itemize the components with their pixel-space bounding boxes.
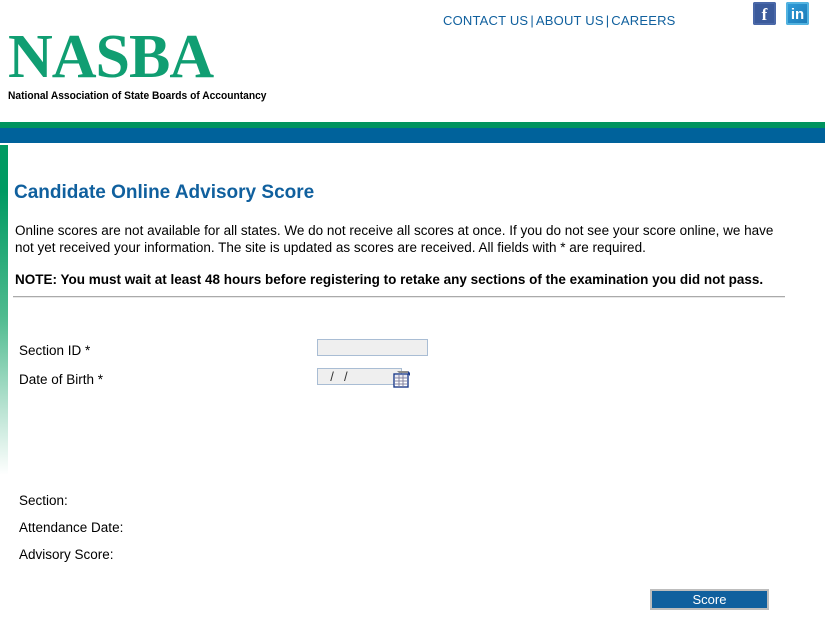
calendar-icon bbox=[393, 371, 410, 388]
section-id-label: Section ID * bbox=[19, 343, 91, 358]
linkedin-glyph: in bbox=[790, 6, 805, 23]
result-row-advisory-score: Advisory Score: bbox=[0, 547, 825, 574]
careers-link[interactable]: CAREERS bbox=[611, 13, 675, 28]
note-paragraph: NOTE: You must wait at least 48 hours be… bbox=[15, 272, 764, 287]
utility-navigation: CONTACT US | ABOUT US | CAREERS bbox=[443, 13, 676, 28]
social-icon-group: f in bbox=[753, 2, 821, 28]
section-divider bbox=[13, 296, 785, 298]
main-content: Candidate Online Advisory Score Online s… bbox=[0, 143, 825, 619]
section-result-label: Section: bbox=[19, 493, 68, 508]
linkedin-icon[interactable]: in bbox=[786, 2, 809, 25]
nav-separator-1: | bbox=[530, 13, 534, 28]
calendar-picker-button[interactable] bbox=[392, 370, 411, 388]
date-of-birth-row: Date of Birth * bbox=[0, 368, 825, 397]
section-id-input[interactable] bbox=[317, 339, 428, 356]
attendance-date-result-label: Attendance Date: bbox=[19, 520, 124, 535]
intro-paragraph: Online scores are not available for all … bbox=[15, 223, 774, 255]
score-lookup-form: Section ID * Date of Birth * bbox=[0, 339, 825, 397]
result-row-section: Section: bbox=[0, 493, 825, 520]
score-submit-button[interactable]: Score bbox=[650, 589, 769, 610]
logo-wordmark: NASBA bbox=[8, 23, 214, 91]
facebook-glyph: f bbox=[761, 5, 768, 24]
date-of-birth-label: Date of Birth * bbox=[19, 372, 104, 387]
facebook-icon[interactable]: f bbox=[753, 2, 776, 25]
section-id-row: Section ID * bbox=[0, 339, 825, 368]
contact-us-link[interactable]: CONTACT US bbox=[443, 13, 528, 28]
page-title: Candidate Online Advisory Score bbox=[14, 182, 315, 203]
logo-tagline: National Association of State Boards of … bbox=[8, 90, 267, 102]
nasba-logo[interactable]: NASBA National Association of State Boar… bbox=[8, 26, 286, 102]
advisory-score-result-label: Advisory Score: bbox=[19, 547, 114, 562]
result-row-attendance-date: Attendance Date: bbox=[0, 520, 825, 547]
blue-navigation-band bbox=[0, 128, 825, 143]
page-header: CONTACT US | ABOUT US | CAREERS f in NASBA N… bbox=[0, 0, 825, 118]
date-of-birth-input[interactable] bbox=[317, 368, 402, 385]
about-us-link[interactable]: ABOUT US bbox=[536, 13, 604, 28]
results-summary: Section: Attendance Date: Advisory Score… bbox=[0, 493, 825, 574]
